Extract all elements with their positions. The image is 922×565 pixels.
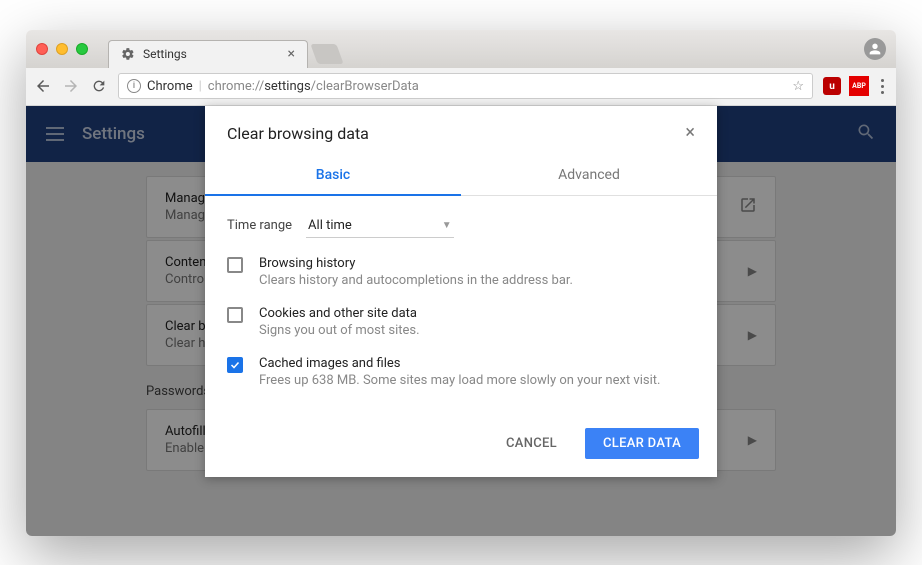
page-content: Settings Manage certificatesManage HTTPS…	[26, 106, 896, 536]
check-browsing-history[interactable]: Browsing historyClears history and autoc…	[227, 256, 695, 288]
url-label: Chrome	[147, 79, 193, 94]
window-maximize-button[interactable]	[76, 43, 88, 55]
checkbox-checked[interactable]	[227, 357, 243, 373]
tab-close-icon[interactable]: ×	[288, 46, 295, 62]
back-button[interactable]	[34, 77, 52, 95]
profile-avatar[interactable]	[864, 38, 886, 60]
time-range-row: Time range All time ▼	[227, 214, 695, 238]
clear-browsing-data-dialog: Clear browsing data × Basic Advanced Tim…	[205, 106, 717, 477]
checkbox[interactable]	[227, 257, 243, 273]
new-tab-button[interactable]	[310, 44, 343, 64]
tab-title: Settings	[143, 47, 187, 61]
checkbox[interactable]	[227, 307, 243, 323]
browser-tabs: Settings ×	[108, 30, 340, 68]
browser-toolbar: i Chrome | chrome://settings/clearBrowse…	[26, 68, 896, 106]
time-range-select[interactable]: All time ▼	[306, 214, 454, 238]
tab-basic[interactable]: Basic	[205, 155, 461, 195]
check-cookies[interactable]: Cookies and other site dataSigns you out…	[227, 306, 695, 338]
site-info-icon[interactable]: i	[127, 79, 141, 93]
forward-button[interactable]	[62, 77, 80, 95]
cancel-button[interactable]: CANCEL	[488, 428, 575, 459]
window-close-button[interactable]	[36, 43, 48, 55]
window-minimize-button[interactable]	[56, 43, 68, 55]
bookmark-star-icon[interactable]: ☆	[792, 79, 804, 94]
gear-icon	[121, 47, 135, 61]
check-cached-images[interactable]: Cached images and filesFrees up 638 MB. …	[227, 356, 695, 388]
tab-advanced[interactable]: Advanced	[461, 155, 717, 195]
address-bar[interactable]: i Chrome | chrome://settings/clearBrowse…	[118, 73, 813, 99]
clear-data-button[interactable]: CLEAR DATA	[585, 428, 699, 459]
titlebar: Settings ×	[26, 30, 896, 68]
browser-tab-settings[interactable]: Settings ×	[108, 40, 308, 68]
reload-button[interactable]	[90, 77, 108, 95]
extensions: u ABP	[823, 76, 888, 96]
extension-abp-icon[interactable]: ABP	[849, 76, 869, 96]
dialog-close-button[interactable]: ×	[685, 124, 695, 142]
browser-menu-button[interactable]	[877, 79, 888, 94]
dialog-tabs: Basic Advanced	[205, 155, 717, 196]
browser-window: Settings × i Chrome | chrome://settings/…	[26, 30, 896, 536]
caret-down-icon: ▼	[442, 220, 452, 231]
url-text: chrome://settings/clearBrowserData	[208, 79, 419, 94]
window-controls	[36, 43, 88, 55]
time-range-label: Time range	[227, 218, 292, 233]
dialog-title: Clear browsing data	[227, 124, 369, 143]
extension-ublock-icon[interactable]: u	[823, 77, 841, 95]
